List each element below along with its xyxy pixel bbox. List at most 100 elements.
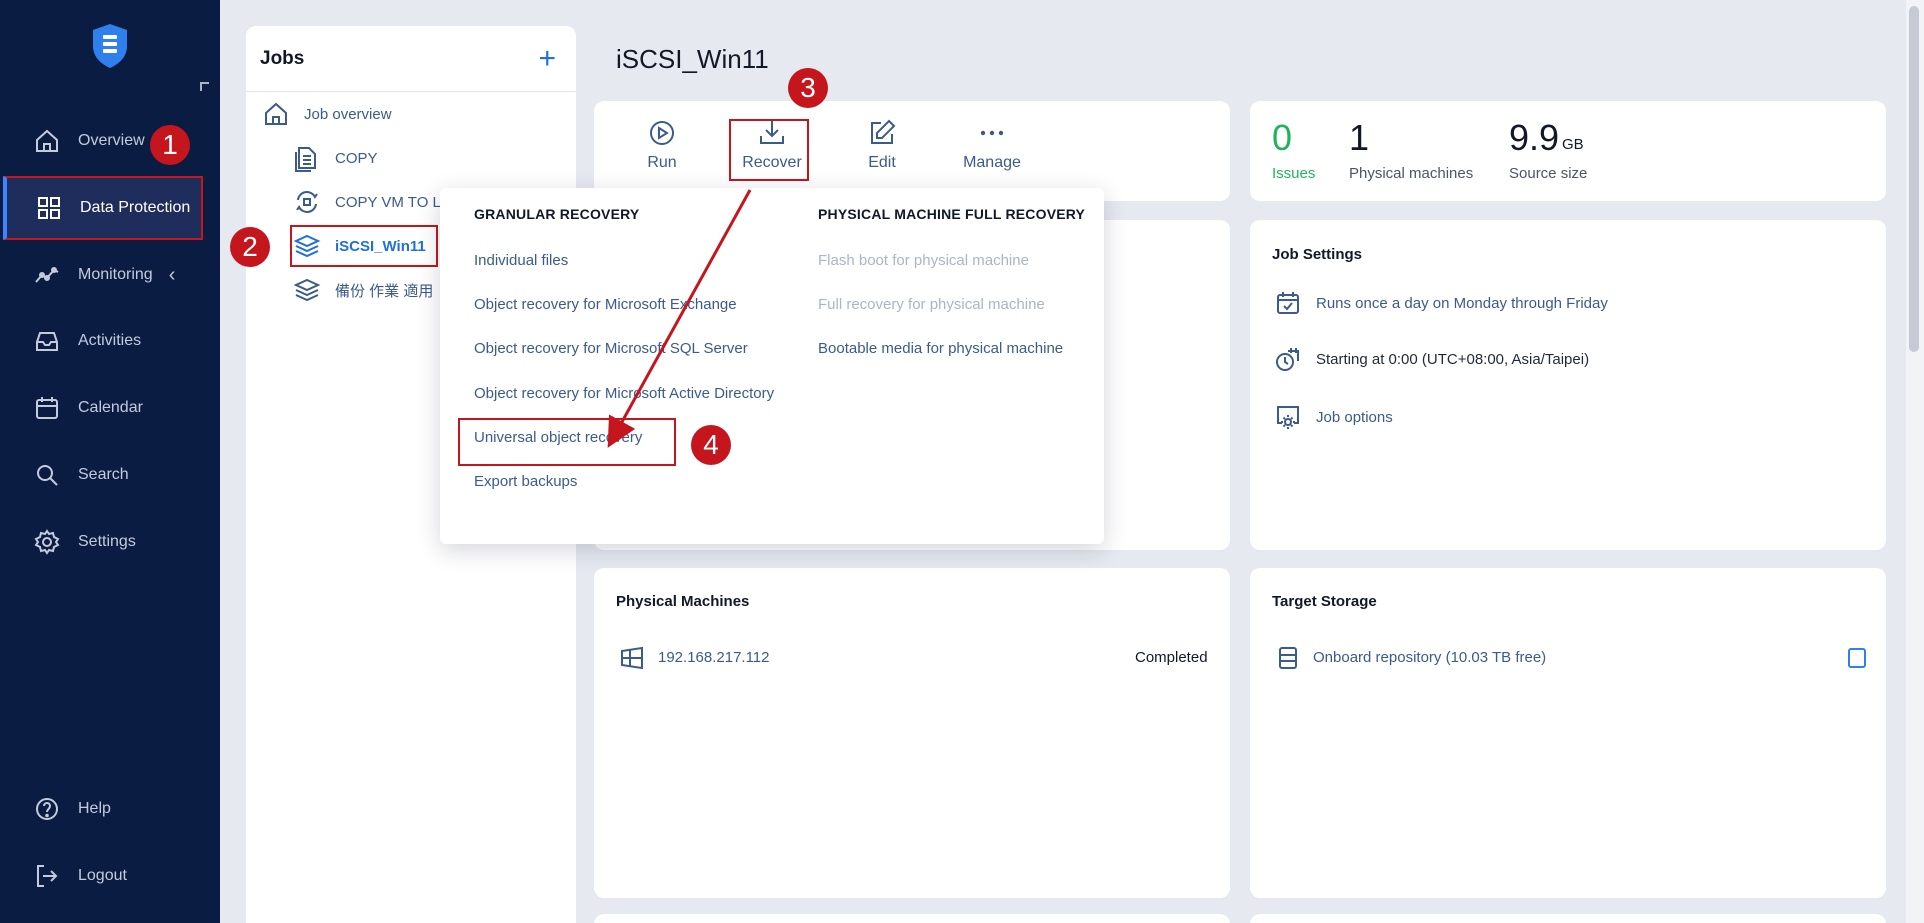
physical-machines-label: Physical machines bbox=[1349, 165, 1474, 182]
nav-settings-label: Settings bbox=[78, 533, 136, 550]
machine-link[interactable]: 192.168.217.112 bbox=[658, 649, 770, 666]
nav-settings[interactable]: Settings bbox=[0, 512, 220, 572]
inbox-icon bbox=[36, 332, 58, 351]
sql-server-recovery-option[interactable]: Object recovery for Microsoft SQL Server bbox=[474, 340, 748, 357]
collapse-sidebar-icon[interactable] bbox=[200, 82, 209, 91]
job-item-copy-vm-label: COPY VM TO L bbox=[335, 193, 441, 211]
bootable-media-option[interactable]: Bootable media for physical machine bbox=[818, 340, 1063, 357]
repository-link[interactable]: Onboard repository (10.03 TB free) bbox=[1313, 649, 1546, 666]
chart-line-icon bbox=[35, 267, 59, 283]
physical-machines-count: 1 bbox=[1349, 117, 1370, 158]
highlight-box-recover bbox=[729, 119, 809, 181]
play-circle-icon bbox=[650, 121, 674, 145]
nav-monitoring-label: Monitoring bbox=[78, 266, 153, 283]
physical-machines-card bbox=[594, 568, 1230, 898]
nav-calendar[interactable]: Calendar bbox=[0, 378, 220, 438]
physical-recovery-heading: PHYSICAL MACHINE FULL RECOVERY bbox=[818, 206, 1086, 222]
nav-help-label: Help bbox=[78, 800, 111, 817]
job-item-copy[interactable]: COPY bbox=[293, 144, 378, 172]
exchange-recovery-option[interactable]: Object recovery for Microsoft Exchange bbox=[474, 296, 737, 313]
nav-logout-label: Logout bbox=[78, 867, 127, 884]
job-overview-label: Job overview bbox=[304, 105, 392, 123]
nav-monitoring[interactable]: Monitoring ‹ bbox=[0, 245, 220, 305]
jobs-header: Jobs + bbox=[246, 26, 576, 92]
calendar-check-icon bbox=[1277, 292, 1299, 314]
schedule-text: Runs once a day on Monday through Friday bbox=[1316, 294, 1608, 312]
windows-icon bbox=[621, 646, 643, 670]
nav-activities-label: Activities bbox=[78, 332, 142, 349]
target-storage-title: Target Storage bbox=[1272, 593, 1377, 610]
source-size-unit: GB bbox=[1562, 136, 1584, 153]
add-job-button[interactable]: + bbox=[538, 43, 556, 74]
nav-search-label: Search bbox=[78, 466, 129, 483]
edit-button[interactable]: Edit bbox=[842, 118, 922, 172]
grid-icon bbox=[38, 197, 60, 219]
settings-window-icon bbox=[1277, 406, 1299, 429]
storage-icon bbox=[1279, 647, 1297, 669]
export-backups-option[interactable]: Export backups bbox=[474, 473, 577, 490]
nav-help[interactable]: Help bbox=[0, 779, 220, 839]
source-size-label: Source size bbox=[1509, 165, 1588, 182]
source-size-value: 9.9 bbox=[1509, 117, 1560, 158]
flash-boot-option: Flash boot for physical machine bbox=[818, 252, 1029, 269]
job-item-backup-label: 備份 作業 適用 bbox=[335, 282, 434, 300]
machine-status: Completed bbox=[1135, 649, 1208, 666]
home-icon bbox=[265, 102, 287, 125]
edit-label: Edit bbox=[868, 154, 896, 171]
callout-3: 3 bbox=[788, 68, 828, 108]
nav-data-protection[interactable]: Data Protection bbox=[3, 176, 203, 240]
next-card-left bbox=[594, 914, 1230, 923]
nav-logout[interactable]: Logout bbox=[0, 846, 220, 906]
schedule-link[interactable]: Runs once a day on Monday through Friday bbox=[1274, 289, 1608, 317]
chevron-left-icon: ‹ bbox=[168, 263, 176, 286]
active-directory-recovery-option[interactable]: Object recovery for Microsoft Active Dir… bbox=[474, 385, 774, 402]
run-label: Run bbox=[647, 154, 677, 171]
layers-icon bbox=[293, 278, 321, 302]
manage-button[interactable]: Manage bbox=[952, 118, 1032, 172]
target-storage-card bbox=[1250, 568, 1886, 898]
page-title: iSCSI_Win11 bbox=[616, 44, 769, 74]
issues-label[interactable]: Issues bbox=[1272, 165, 1315, 182]
manage-label: Manage bbox=[963, 154, 1021, 171]
recover-dropdown: GRANULAR RECOVERY Individual files Objec… bbox=[440, 188, 1104, 544]
next-card-right bbox=[1250, 914, 1886, 923]
individual-files-option[interactable]: Individual files bbox=[474, 252, 568, 269]
nav-overview-label: Overview bbox=[78, 132, 145, 149]
nav-search[interactable]: Search bbox=[0, 445, 220, 505]
home-icon bbox=[36, 129, 58, 152]
job-options-text: Job options bbox=[1316, 408, 1393, 426]
callout-1: 1 bbox=[150, 125, 190, 165]
edit-icon bbox=[871, 119, 896, 144]
nav-data-protection-label: Data Protection bbox=[80, 199, 191, 216]
run-button[interactable]: Run bbox=[622, 118, 702, 172]
more-horizontal-icon bbox=[980, 130, 1004, 136]
logout-icon bbox=[37, 865, 58, 887]
full-recovery-option: Full recovery for physical machine bbox=[818, 296, 1045, 313]
jobs-title: Jobs bbox=[260, 47, 305, 69]
highlight-box-job bbox=[290, 225, 438, 267]
search-icon bbox=[37, 465, 58, 486]
job-overview-item[interactable]: Job overview bbox=[262, 100, 392, 128]
issues-count[interactable]: 0 bbox=[1272, 117, 1292, 159]
granular-recovery-heading: GRANULAR RECOVERY bbox=[474, 206, 640, 222]
job-options-link[interactable]: Job options bbox=[1274, 403, 1393, 431]
start-time-row: Starting at 0:00 (UTC+08:00, Asia/Taipei… bbox=[1274, 345, 1589, 373]
callout-4: 4 bbox=[691, 425, 731, 465]
gear-icon bbox=[34, 529, 60, 555]
calendar-icon bbox=[36, 397, 58, 419]
job-settings-title: Job Settings bbox=[1272, 246, 1363, 263]
job-item-backup[interactable]: 備份 作業 適用 bbox=[293, 276, 433, 304]
callout-2: 2 bbox=[230, 227, 270, 267]
start-time-text: Starting at 0:00 (UTC+08:00, Asia/Taipei… bbox=[1316, 350, 1590, 368]
job-settings-card bbox=[1250, 220, 1886, 550]
sync-icon bbox=[296, 191, 318, 213]
physical-machines-title: Physical Machines bbox=[616, 593, 750, 610]
job-item-copy-vm[interactable]: COPY VM TO L bbox=[293, 188, 441, 216]
scrollbar-thumb[interactable] bbox=[1909, 6, 1919, 352]
help-icon bbox=[36, 798, 58, 820]
repository-details-icon[interactable] bbox=[1848, 648, 1866, 668]
highlight-box-universal bbox=[458, 418, 676, 466]
calendar-clock-icon bbox=[1276, 348, 1299, 371]
nav-activities[interactable]: Activities bbox=[0, 311, 220, 371]
shield-logo-icon bbox=[93, 24, 127, 68]
